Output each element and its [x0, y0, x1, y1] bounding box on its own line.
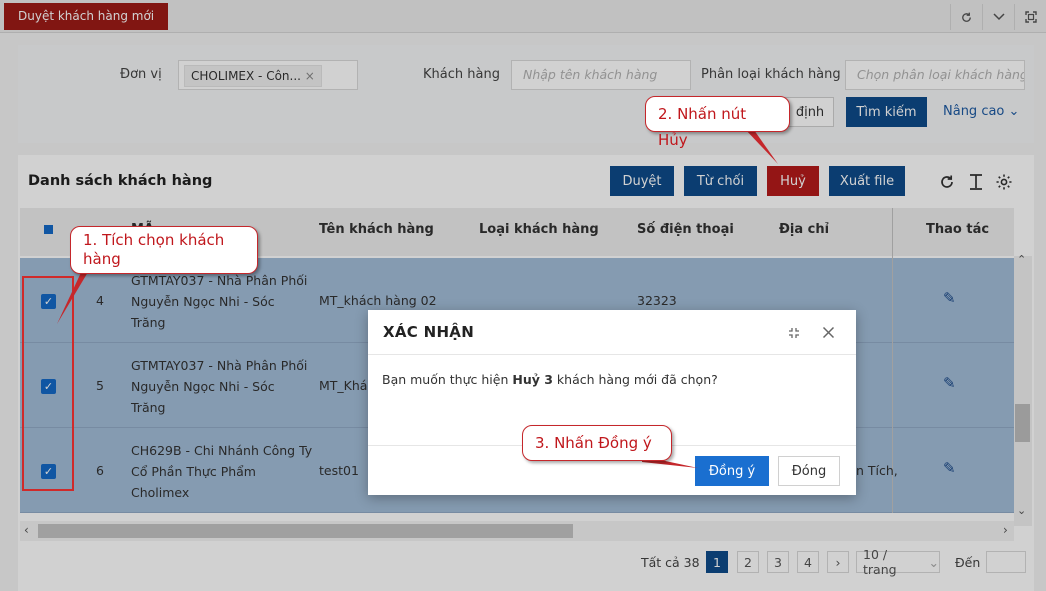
dong-button[interactable]: Đóng	[778, 456, 840, 486]
callout-step-1: 1. Tích chọn khách hàng	[70, 226, 258, 274]
callout-step-3: 3. Nhấn Đồng ý	[522, 425, 672, 461]
confirm-dialog: XÁC NHẬN Bạn muốn thực hiện Huỷ 3 khách …	[368, 310, 856, 495]
dialog-message: Bạn muốn thực hiện Huỷ 3 khách hàng mới …	[382, 372, 718, 387]
dialog-divider	[368, 354, 856, 355]
callout-2-pointer	[744, 128, 778, 164]
dong-y-button[interactable]: Đồng ý	[695, 456, 769, 486]
expand-icon[interactable]	[788, 327, 800, 343]
close-icon[interactable]	[822, 326, 835, 343]
callout-step-2: 2. Nhấn nút Hủy	[645, 96, 790, 149]
modal-backdrop[interactable]	[0, 0, 1046, 591]
dialog-title: XÁC NHẬN	[383, 323, 475, 341]
